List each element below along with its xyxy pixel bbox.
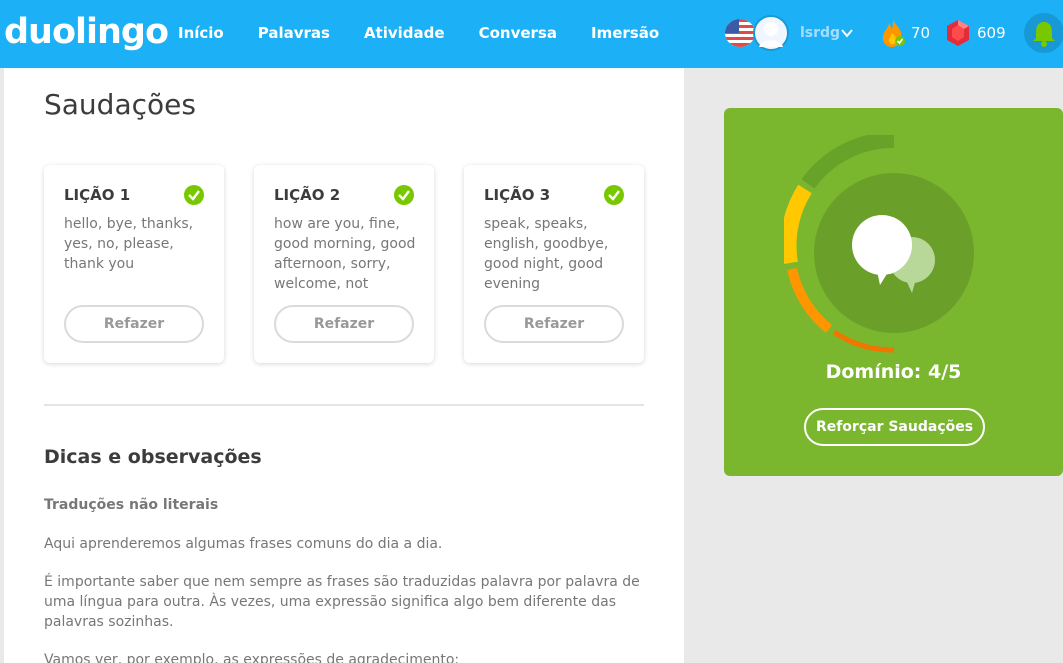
gems-count[interactable]: 609 [977,24,1006,42]
tips-paragraph-1: Aqui aprenderemos algumas frases comuns … [44,536,443,552]
flame-icon[interactable] [879,18,907,48]
avatar-icon[interactable] [753,15,789,51]
checkmark-icon [394,185,414,205]
checkmark-icon [604,185,624,205]
lesson-title: LIÇÃO 1 [64,186,131,204]
us-flag-icon[interactable] [725,19,755,47]
refazer-button-2[interactable]: Refazer [274,305,414,343]
lesson-words: how are you, fine, good morning, good af… [274,216,416,292]
lesson-words: speak, speaks, english, goodbye, good ni… [484,216,609,292]
nav-palavras[interactable]: Palavras [258,24,330,42]
page-title: Saudações [44,88,196,121]
section-divider [44,404,644,406]
tips-title: Dicas e observações [44,446,262,468]
checkmark-icon [184,185,204,205]
lesson-title: LIÇÃO 2 [274,186,341,204]
lesson-title: LIÇÃO 3 [484,186,551,204]
mastery-ring [784,135,974,353]
username[interactable]: lsrdg [800,25,840,41]
lesson-card-3: LIÇÃO 3 speak, speaks, english, goodbye,… [464,165,644,363]
tips-subtitle: Traduções não literais [44,497,219,513]
lesson-card-1: LIÇÃO 1 hello, bye, thanks, yes, no, ple… [44,165,224,363]
chevron-down-icon[interactable] [840,26,854,40]
nav-inicio[interactable]: Início [178,24,224,42]
mastery-segment-2 [784,184,812,265]
refazer-button-3[interactable]: Refazer [484,305,624,343]
top-navigation-bar: duolingo Início Palavras Atividade Conve… [0,0,1063,68]
main-nav: Início Palavras Atividade Conversa Imers… [178,24,693,42]
strengthen-skill-button[interactable]: Reforçar Saudações [804,408,985,446]
skill-content-panel: Saudações LIÇÃO 1 hello, bye, thanks, ye… [4,68,684,663]
gem-icon[interactable] [946,19,970,47]
tips-paragraph-2: É importante saber que nem sempre as fra… [44,574,640,630]
tips-paragraph-3: Vamos ver, por exemplo, as expressões de… [44,652,460,663]
lesson-card-2: LIÇÃO 2 how are you, fine, good morning,… [254,165,434,363]
lesson-words: hello, bye, thanks, yes, no, please, tha… [64,216,194,272]
mastery-panel: Domínio: 4/5 Reforçar Saudações [724,108,1063,476]
mastery-segment-4 [832,329,895,353]
mastery-label: Domínio: 4/5 [825,361,962,383]
bell-icon[interactable] [1024,13,1063,53]
nav-imersao[interactable]: Imersão [591,24,659,42]
nav-atividade[interactable]: Atividade [364,24,445,42]
refazer-button-1[interactable]: Refazer [64,305,204,343]
nav-conversa[interactable]: Conversa [479,24,557,42]
duolingo-logo[interactable]: duolingo [4,12,169,52]
streak-count[interactable]: 70 [911,24,930,42]
